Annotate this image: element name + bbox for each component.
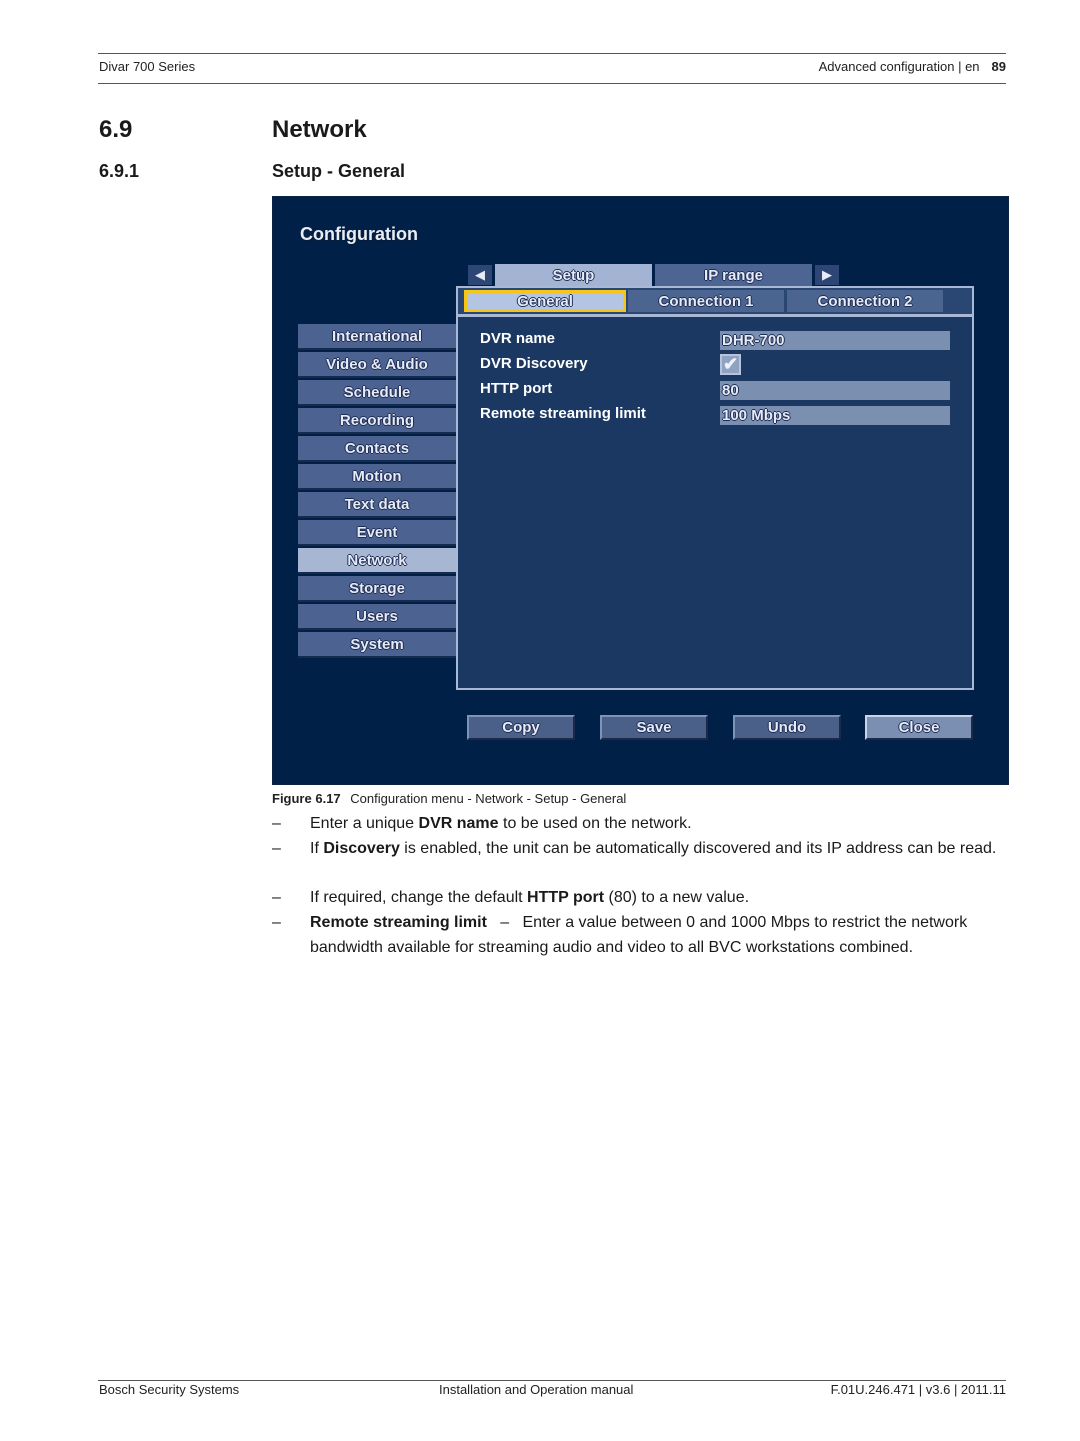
checkmark-icon: ✔ [722, 354, 739, 374]
footer-document-id: F.01U.246.471 | v3.6 | 2011.11 [830, 1382, 1006, 1397]
menu-item-users[interactable]: Users [298, 604, 456, 630]
http-port-input[interactable]: 80 [720, 381, 950, 400]
subtab-bar: General Connection 1 Connection 2 [458, 288, 972, 317]
menu-item-network[interactable]: Network [298, 548, 456, 574]
dvr-discovery-checkbox[interactable]: ✔ [720, 354, 741, 375]
footer-company: Bosch Security Systems [99, 1382, 240, 1397]
menu-item-international[interactable]: International [298, 324, 456, 350]
configuration-screenshot: Configuration ◀ Setup IP range ▶ General… [272, 196, 1009, 785]
dvr-name-label: DVR name [480, 330, 556, 347]
subtab-general[interactable]: General [464, 290, 626, 312]
menu-item-system[interactable]: System [298, 632, 456, 658]
page-number: 89 [991, 59, 1006, 74]
close-button[interactable]: Close [865, 715, 973, 740]
menu-item-storage[interactable]: Storage [298, 576, 456, 602]
figure-caption-text: Configuration menu - Network - Setup - G… [350, 791, 627, 806]
save-button[interactable]: Save [600, 715, 708, 740]
menu-item-schedule[interactable]: Schedule [298, 380, 456, 406]
header-chapter-text: Advanced configuration | en [818, 59, 980, 74]
section-number: 6.9 [99, 116, 133, 143]
bullet-discovery: If Discovery is enabled, the unit can be… [310, 840, 997, 857]
undo-button[interactable]: Undo [733, 715, 841, 740]
figure-caption: Figure 6.17 Configuration menu - Network… [272, 791, 626, 806]
subsection-title: Setup - General [272, 161, 406, 181]
footer-rule [98, 1380, 1006, 1381]
header-top-rule [98, 53, 1006, 54]
settings-panel: General Connection 1 Connection 2 DVR na… [456, 286, 974, 690]
footer-manual-title: Installation and Operation manual [439, 1382, 634, 1397]
menu-item-motion[interactable]: Motion [298, 464, 456, 490]
menu-item-recording[interactable]: Recording [298, 408, 456, 434]
header-product: Divar 700 Series [99, 59, 196, 74]
menu-item-event[interactable]: Event [298, 520, 456, 546]
tab-ip-range[interactable]: IP range [655, 264, 812, 286]
bullet-dvr-name: Enter a unique DVR name to be used on th… [310, 815, 692, 832]
arrow-right-icon[interactable]: ▶ [815, 265, 839, 285]
header-chapter: Advanced configuration | en 89 [819, 59, 1006, 74]
dvr-name-input[interactable]: DHR-700 [720, 331, 950, 350]
remote-streaming-limit-input[interactable]: 100 Mbps [720, 406, 950, 425]
section-title: Network [272, 116, 367, 143]
bullet-http-port: If required, change the default HTTP por… [310, 889, 750, 906]
bullet-dash: – [272, 840, 281, 857]
bullet-dash: – [272, 914, 281, 931]
remote-streaming-limit-label: Remote streaming limit [480, 405, 646, 422]
dvr-discovery-label: DVR Discovery [480, 355, 588, 372]
figure-label: Figure 6.17 [272, 791, 341, 806]
arrow-left-icon[interactable]: ◀ [468, 265, 492, 285]
menu-item-contacts[interactable]: Contacts [298, 436, 456, 462]
menu-item-text-data[interactable]: Text data [298, 492, 456, 518]
header-bottom-rule [98, 83, 1006, 84]
menu-item-video-audio[interactable]: Video & Audio [298, 352, 456, 378]
subsection-number: 6.9.1 [99, 161, 140, 181]
copy-button[interactable]: Copy [467, 715, 575, 740]
bullet-dash: – [272, 889, 281, 906]
tab-setup[interactable]: Setup [495, 264, 652, 286]
subtab-connection-1[interactable]: Connection 1 [628, 290, 784, 312]
bullet-dash: – [272, 815, 281, 832]
bullet-remote-streaming-limit: Remote streaming limit – Enter a value b… [310, 914, 972, 956]
subtab-connection-2[interactable]: Connection 2 [787, 290, 943, 312]
http-port-label: HTTP port [480, 380, 553, 397]
configuration-title: Configuration [300, 224, 418, 244]
